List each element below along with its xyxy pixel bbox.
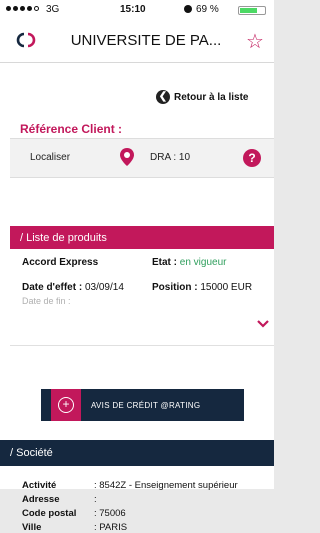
effective-date-value: 03/09/14 (84, 282, 124, 293)
end-date-label: Date de fin : (22, 296, 71, 306)
status-bar: 3G 15:10 69 % (0, 0, 274, 20)
effective-date: Date d'effet : 03/09/14 (22, 282, 124, 293)
company-info-key: Code postal (22, 508, 77, 519)
company-section-header: / Société (0, 440, 274, 466)
product-status: Etat : en vigueur (152, 257, 226, 268)
localisation-row: Localiser DRA : 10 ? (10, 138, 274, 178)
products-section-title: / Liste de produits (20, 231, 107, 244)
credit-rating-button[interactable]: + AVIS DE CRÉDIT @RATING (41, 389, 244, 421)
plus-circle-icon: + (58, 397, 74, 413)
clock: 15:10 (120, 4, 146, 15)
position-value: 15000 EUR (200, 282, 253, 293)
effective-date-label: Date d'effet : (22, 282, 83, 293)
credit-rating-label: AVIS DE CRÉDIT @RATING (91, 400, 201, 410)
company-info-value: : (94, 494, 97, 505)
battery-fill (240, 8, 257, 13)
carrier-label: 3G (46, 4, 60, 15)
connect-logo-icon[interactable] (14, 30, 38, 50)
dra-value: DRA : 10 (150, 152, 191, 163)
localiser-label[interactable]: Localiser (30, 152, 70, 163)
status-value: en vigueur (179, 257, 227, 268)
products-section-header: / Liste de produits (10, 226, 274, 249)
main-content: ❮ Retour à la liste Référence Client : L… (0, 63, 274, 533)
plus-icon-box: + (51, 389, 81, 421)
star-icon[interactable]: ☆ (246, 29, 264, 54)
arrow-left-circle-icon: ❮ (156, 90, 170, 104)
divider (10, 345, 274, 346)
company-section-title: / Société (10, 447, 53, 459)
navigation-bar: UNIVERSITE DE PA... ☆ (0, 20, 274, 63)
product-name: Accord Express (22, 257, 99, 268)
help-icon[interactable]: ? (243, 149, 261, 167)
company-info-value: : 8542Z - Enseignement supérieur (94, 480, 238, 491)
do-not-disturb-icon (184, 5, 192, 13)
company-info-value: : PARIS (94, 522, 128, 533)
company-info-value: : 75006 (94, 508, 126, 519)
battery-icon (238, 6, 266, 15)
company-info-key: Adresse (22, 494, 60, 505)
page-title: UNIVERSITE DE PA... (70, 32, 222, 49)
battery-percent: 69 % (196, 4, 219, 15)
map-pin-icon[interactable] (120, 148, 134, 166)
company-info-key: Ville (22, 522, 42, 533)
signal-strength-icon (6, 6, 39, 11)
position-label: Position : (152, 282, 198, 293)
reference-client-heading: Référence Client : (20, 122, 123, 136)
chevron-down-icon[interactable] (257, 320, 269, 328)
back-to-list-link[interactable]: ❮ Retour à la liste (156, 89, 274, 105)
company-info-key: Activité (22, 480, 57, 491)
status-label: Etat : (152, 257, 177, 268)
product-position: Position : 15000 EUR (152, 282, 252, 293)
back-to-list-label: Retour à la liste (174, 91, 249, 103)
